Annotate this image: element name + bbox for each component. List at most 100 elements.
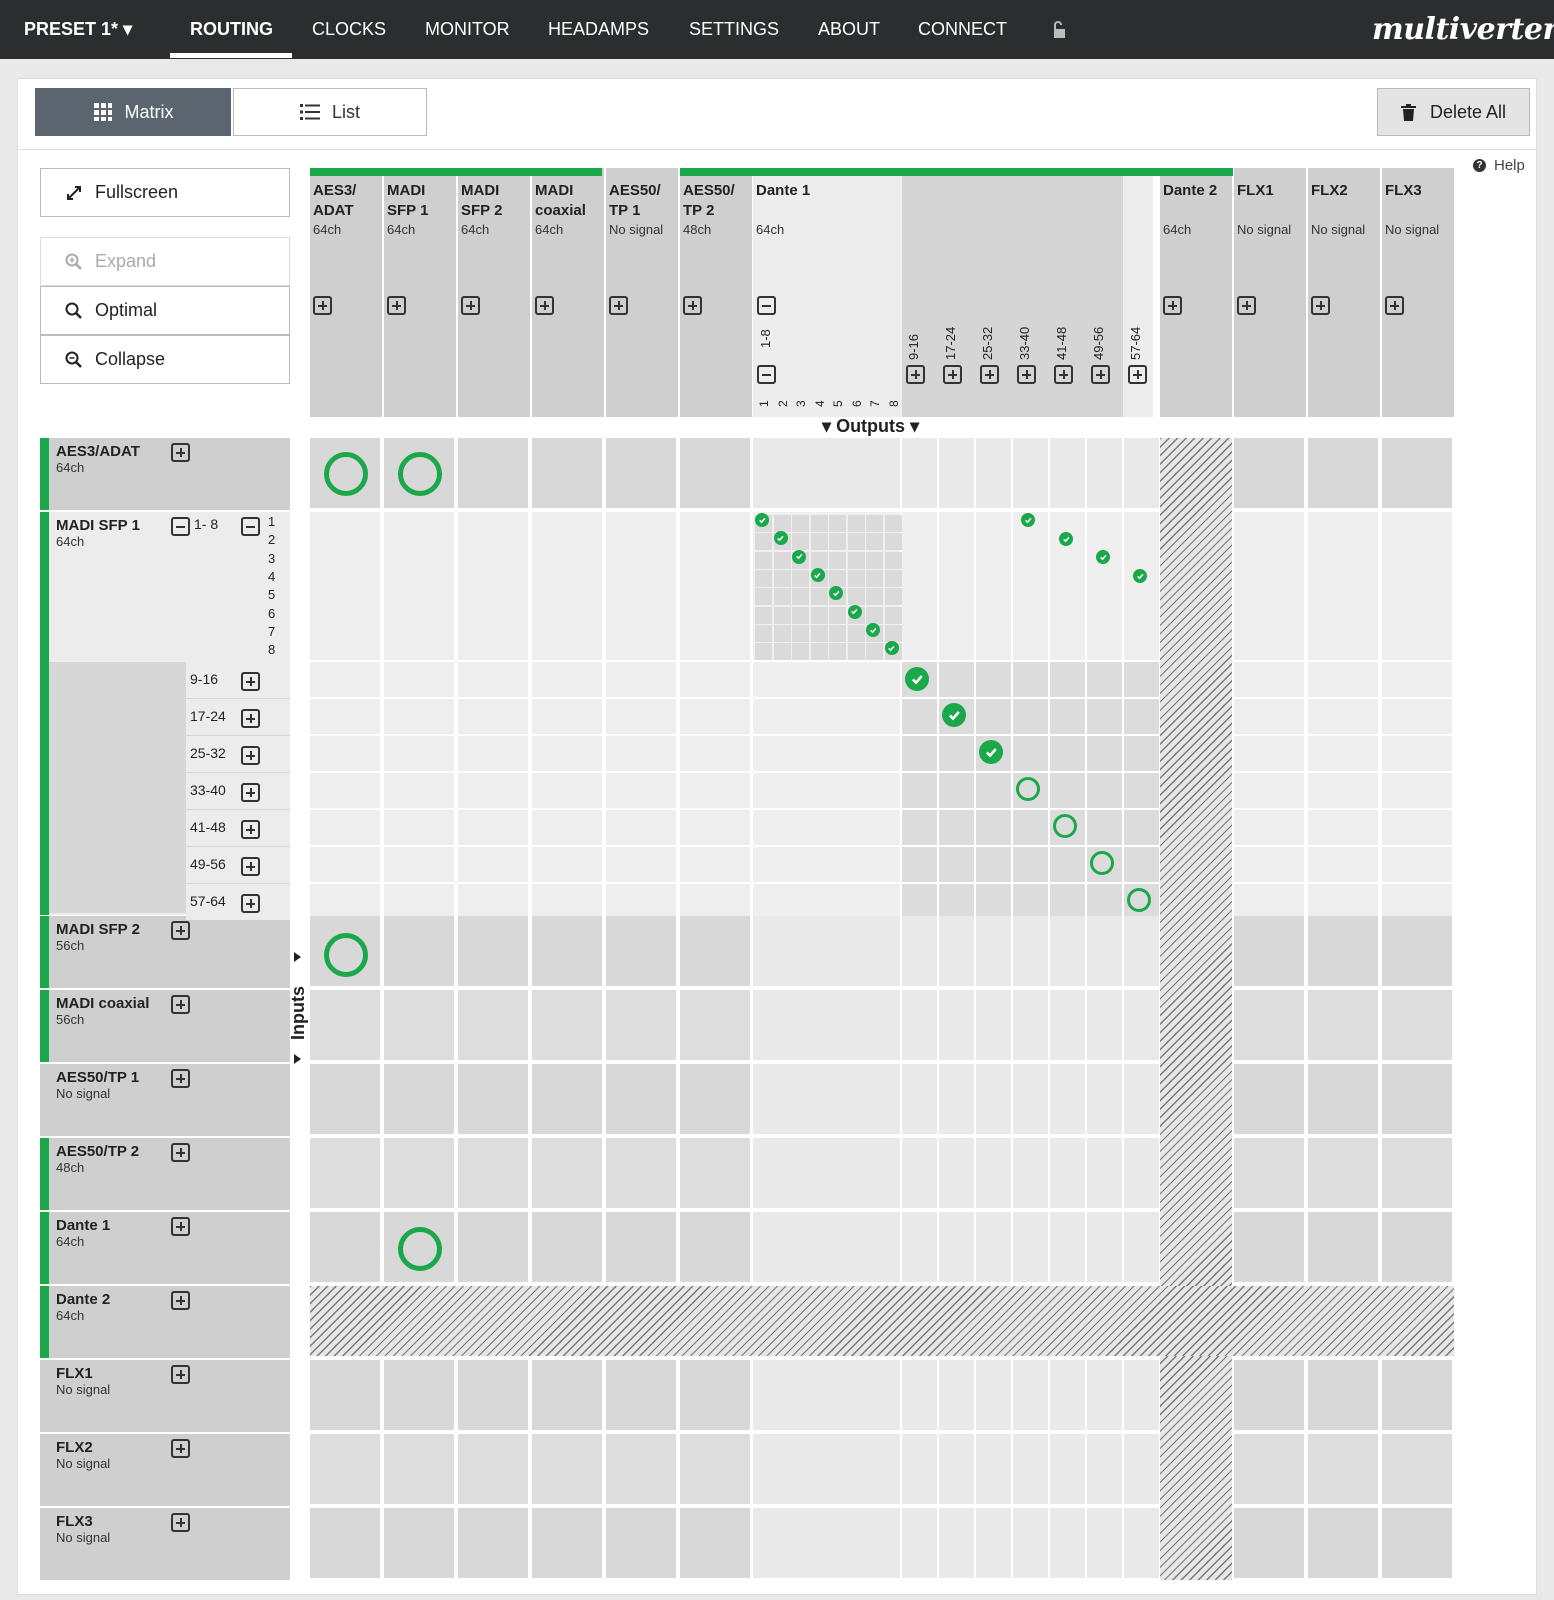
matrix-cell[interactable] [680, 1360, 750, 1430]
matrix-cell[interactable] [1050, 1508, 1085, 1578]
matrix-subcell[interactable] [866, 569, 883, 587]
matrix-cell[interactable] [1124, 1212, 1159, 1282]
optimal-button[interactable]: Optimal [40, 286, 290, 335]
matrix-subcell[interactable] [792, 569, 809, 587]
matrix-subcell[interactable] [773, 551, 791, 569]
expand-plus-icon[interactable] [171, 1069, 190, 1088]
matrix-cell[interactable] [384, 916, 454, 986]
matrix-cell[interactable] [532, 884, 602, 919]
matrix-cell[interactable] [680, 1064, 750, 1134]
matrix-cell[interactable] [902, 847, 937, 882]
expand-plus-icon[interactable] [241, 857, 260, 876]
matrix-cell[interactable] [680, 1138, 750, 1208]
matrix-cell[interactable] [753, 773, 900, 808]
matrix-subcell[interactable] [810, 588, 828, 606]
connection-check[interactable] [847, 604, 862, 619]
matrix-cell[interactable] [606, 1212, 676, 1282]
matrix-subcell[interactable] [847, 515, 865, 532]
matrix-cell[interactable] [1308, 884, 1378, 919]
connection-ring[interactable] [1090, 851, 1114, 875]
expand-plus-icon[interactable] [906, 365, 925, 384]
matrix-subcell[interactable] [792, 624, 809, 642]
matrix-cell[interactable] [902, 884, 937, 919]
matrix-cell[interactable] [384, 1064, 454, 1134]
matrix-subcell[interactable] [810, 643, 828, 661]
matrix-cell[interactable] [753, 810, 900, 845]
matrix-cell[interactable] [976, 1360, 1011, 1430]
matrix-cell[interactable] [458, 1212, 528, 1282]
matrix-cell[interactable] [1308, 438, 1378, 508]
expand-plus-icon[interactable] [609, 296, 628, 315]
matrix-cell[interactable] [1087, 1508, 1122, 1578]
matrix-subcell[interactable] [847, 624, 865, 642]
matrix-cell[interactable] [384, 1508, 454, 1578]
matrix-cell[interactable] [1013, 990, 1048, 1060]
matrix-subcell[interactable] [884, 624, 902, 642]
matrix-subcell[interactable] [866, 643, 883, 661]
matrix-cell[interactable] [1013, 1212, 1048, 1282]
expand-plus-icon[interactable] [1128, 365, 1147, 384]
matrix-subcell[interactable] [755, 569, 772, 587]
matrix-cell[interactable] [1234, 773, 1304, 808]
expand-plus-icon[interactable] [171, 443, 190, 462]
matrix-cell[interactable] [1013, 810, 1048, 845]
matrix-cell[interactable] [1124, 736, 1159, 771]
matrix-cell[interactable] [1124, 1434, 1159, 1504]
matrix-cell[interactable] [976, 1138, 1011, 1208]
matrix-cell[interactable] [753, 884, 900, 919]
expand-plus-icon[interactable] [1017, 365, 1036, 384]
matrix-cell[interactable] [310, 990, 380, 1060]
matrix-cell[interactable] [384, 662, 454, 697]
matrix-cell[interactable] [310, 810, 380, 845]
matrix-subcell[interactable] [792, 643, 809, 661]
connection-ring[interactable] [1016, 777, 1040, 801]
matrix-cell[interactable] [606, 810, 676, 845]
matrix-cell[interactable] [976, 1434, 1011, 1504]
matrix-cell[interactable] [1050, 438, 1085, 508]
matrix-cell[interactable] [680, 990, 750, 1060]
matrix-cell[interactable] [1308, 1360, 1378, 1430]
outputs-axis-label[interactable]: ▾ Outputs ▾ [822, 416, 919, 437]
matrix-cell[interactable] [1013, 884, 1048, 919]
matrix-cell[interactable] [606, 736, 676, 771]
matrix-cell[interactable] [1234, 699, 1304, 734]
matrix-cell[interactable] [310, 662, 380, 697]
expand-plus-icon[interactable] [943, 365, 962, 384]
matrix-cell[interactable] [753, 736, 900, 771]
matrix-view-button[interactable]: Matrix [35, 88, 231, 136]
expand-plus-icon[interactable] [683, 296, 702, 315]
matrix-cell[interactable] [1124, 512, 1159, 660]
matrix-subcell[interactable] [792, 533, 809, 551]
collapse-minus-icon[interactable] [171, 517, 190, 536]
expand-plus-icon[interactable] [171, 1513, 190, 1532]
matrix-cell[interactable] [1087, 438, 1122, 508]
matrix-cell[interactable] [753, 699, 900, 734]
expand-plus-icon[interactable] [1385, 296, 1404, 315]
expand-plus-icon[interactable] [1163, 296, 1182, 315]
expand-plus-icon[interactable] [241, 672, 260, 691]
matrix-cell[interactable] [606, 1508, 676, 1578]
matrix-cell[interactable] [532, 736, 602, 771]
matrix-cell[interactable] [1382, 810, 1452, 845]
matrix-cell[interactable] [1382, 884, 1452, 919]
matrix-cell[interactable] [1124, 1138, 1159, 1208]
connection-ring[interactable] [398, 1227, 442, 1271]
expand-plus-icon[interactable] [241, 783, 260, 802]
matrix-cell[interactable] [753, 1434, 900, 1504]
matrix-cell[interactable] [1382, 662, 1452, 697]
matrix-cell[interactable] [1013, 699, 1048, 734]
matrix-cell[interactable] [310, 512, 380, 660]
matrix-cell[interactable] [976, 699, 1011, 734]
matrix-cell[interactable] [939, 1212, 974, 1282]
matrix-cell[interactable] [1087, 1138, 1122, 1208]
matrix-cell[interactable] [976, 884, 1011, 919]
nav-monitor[interactable]: MONITOR [425, 19, 510, 40]
matrix-subcell[interactable] [866, 588, 883, 606]
matrix-cell[interactable] [532, 1360, 602, 1430]
matrix-cell[interactable] [1124, 990, 1159, 1060]
expand-plus-icon[interactable] [171, 921, 190, 940]
expand-plus-icon[interactable] [171, 1291, 190, 1310]
matrix-subcell[interactable] [884, 569, 902, 587]
matrix-cell[interactable] [384, 773, 454, 808]
matrix-cell[interactable] [902, 1138, 937, 1208]
